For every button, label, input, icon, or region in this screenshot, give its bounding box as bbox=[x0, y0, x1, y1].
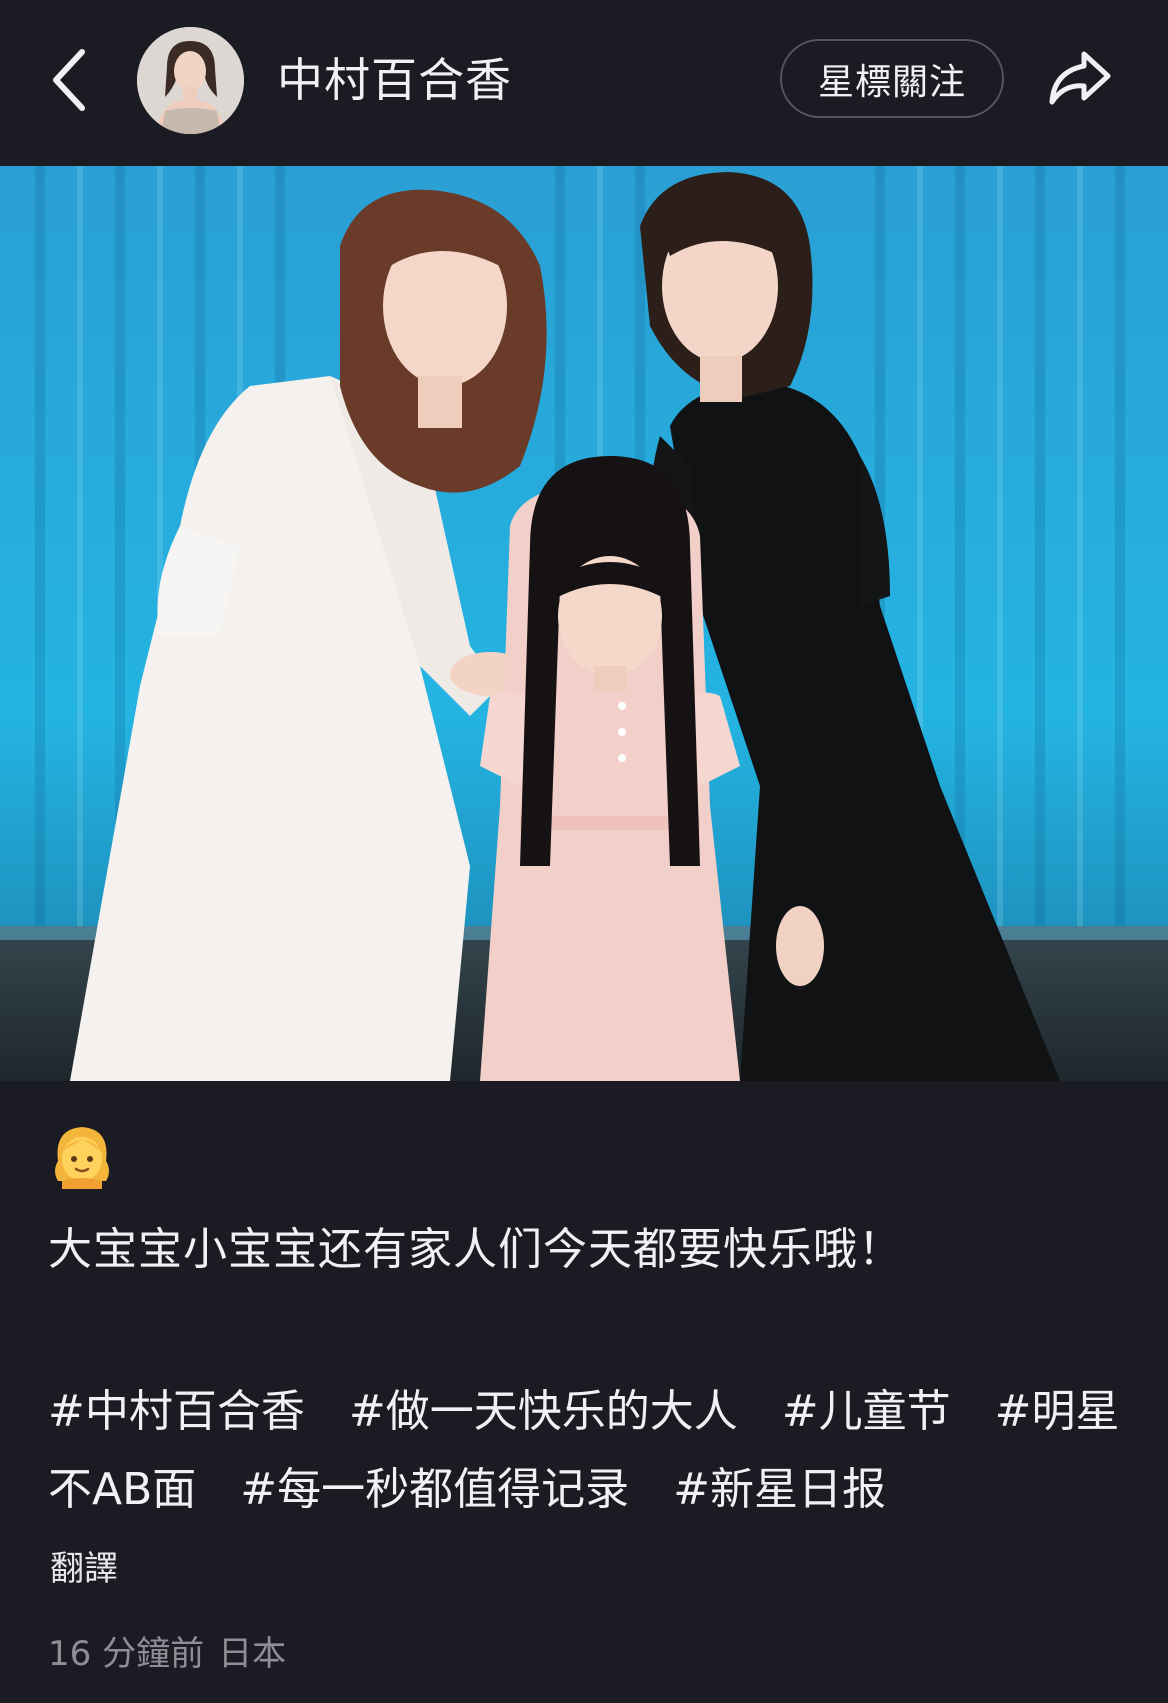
post-time: 16 分鐘前 bbox=[48, 1634, 205, 1674]
hashtag-link[interactable]: #每一秒都值得记录 bbox=[240, 1464, 629, 1515]
translate-button[interactable]: 翻譯 bbox=[50, 1541, 118, 1597]
share-button[interactable] bbox=[1044, 42, 1116, 114]
hashtag-link[interactable]: #中村百合香 bbox=[48, 1386, 305, 1437]
share-arrow-icon bbox=[1049, 51, 1111, 105]
post-meta: 16 分鐘前 日本 bbox=[48, 1626, 286, 1682]
author-name[interactable]: 中村百合香 bbox=[277, 48, 512, 112]
post-photo[interactable] bbox=[0, 166, 1168, 1081]
hashtag-link[interactable]: #新星日报 bbox=[673, 1464, 886, 1515]
top-bar: 中村百合香 星標關注 bbox=[0, 0, 1168, 166]
post-location: 日本 bbox=[218, 1634, 287, 1674]
hashtag-list: #中村百合香 #做一天快乐的大人 #儿童节 #明星不AB面 #每一秒都值得记录 … bbox=[48, 1373, 1128, 1529]
post-caption: 大宝宝小宝宝还有家人们今天都要快乐哦！ bbox=[48, 1224, 903, 1275]
hashtag-link[interactable]: #儿童节 bbox=[782, 1386, 951, 1437]
follow-button[interactable]: 星標關注 bbox=[780, 39, 1004, 118]
hashtag-link[interactable]: #做一天快乐的大人 bbox=[349, 1386, 738, 1437]
chevron-left-icon bbox=[53, 49, 85, 111]
girl-emoji-icon bbox=[48, 1121, 116, 1189]
back-button[interactable] bbox=[44, 42, 108, 118]
author-avatar[interactable] bbox=[137, 27, 244, 134]
